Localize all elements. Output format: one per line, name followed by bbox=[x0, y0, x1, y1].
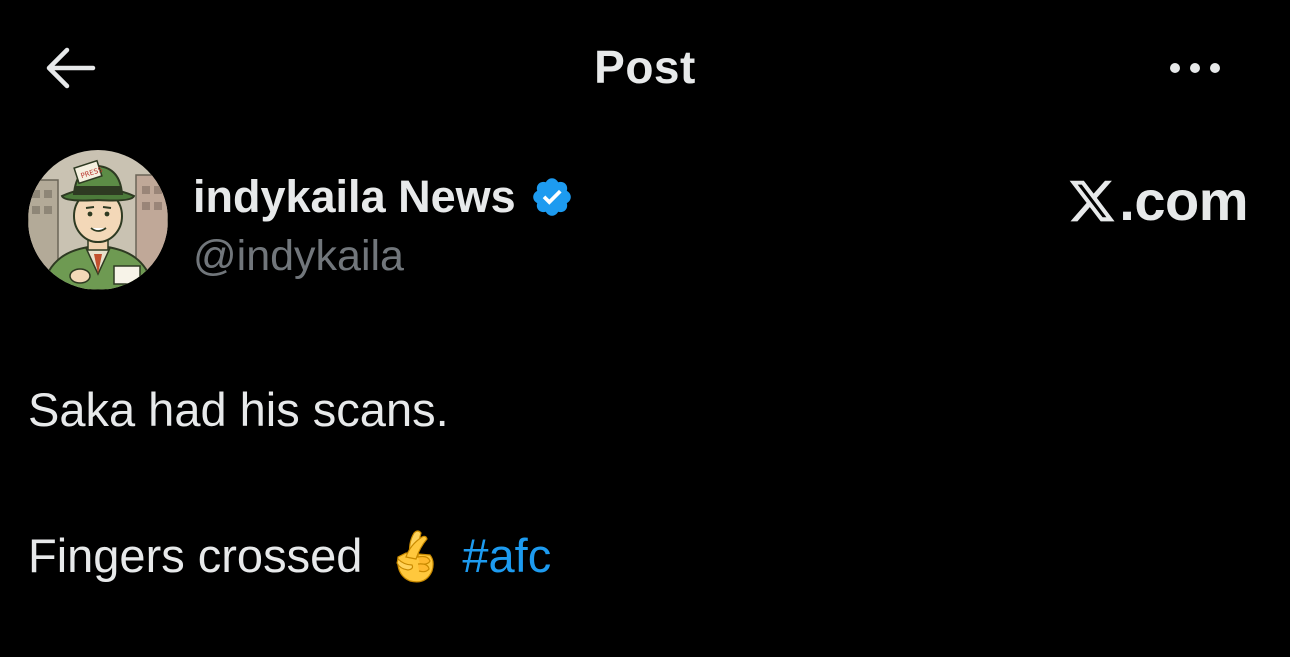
more-horizontal-icon bbox=[1170, 63, 1220, 73]
author-handle[interactable]: @indykaila bbox=[193, 232, 404, 281]
author-name[interactable]: indykaila News bbox=[193, 171, 516, 223]
crossed-fingers-emoji-icon bbox=[388, 527, 440, 585]
page-title: Post bbox=[594, 41, 696, 93]
arrow-left-icon bbox=[46, 47, 96, 89]
post-line-1: Saka had his scans. bbox=[28, 383, 449, 436]
avatar-cartoon-reporter: PRESS bbox=[28, 150, 168, 290]
author-name-row: indykaila News bbox=[193, 171, 574, 223]
post-line-2-text: Fingers crossed bbox=[28, 529, 363, 582]
top-bar: Post bbox=[0, 0, 1290, 132]
x-com-watermark: .com bbox=[1067, 168, 1248, 233]
more-options-button[interactable] bbox=[1160, 46, 1230, 90]
post-text: Saka had his scans. Fingers crossed #afc bbox=[28, 378, 1258, 588]
avatar[interactable]: PRESS bbox=[28, 150, 168, 290]
hashtag-link[interactable]: #afc bbox=[462, 524, 551, 588]
back-button[interactable] bbox=[40, 40, 100, 96]
watermark-text: .com bbox=[1119, 169, 1248, 232]
x-logo-icon bbox=[1069, 180, 1115, 221]
post-line-2: Fingers crossed #afc bbox=[28, 524, 1258, 588]
verified-badge-icon[interactable] bbox=[530, 175, 574, 219]
post-author: PRESS indykaila News @indykaila .com bbox=[28, 150, 1278, 300]
